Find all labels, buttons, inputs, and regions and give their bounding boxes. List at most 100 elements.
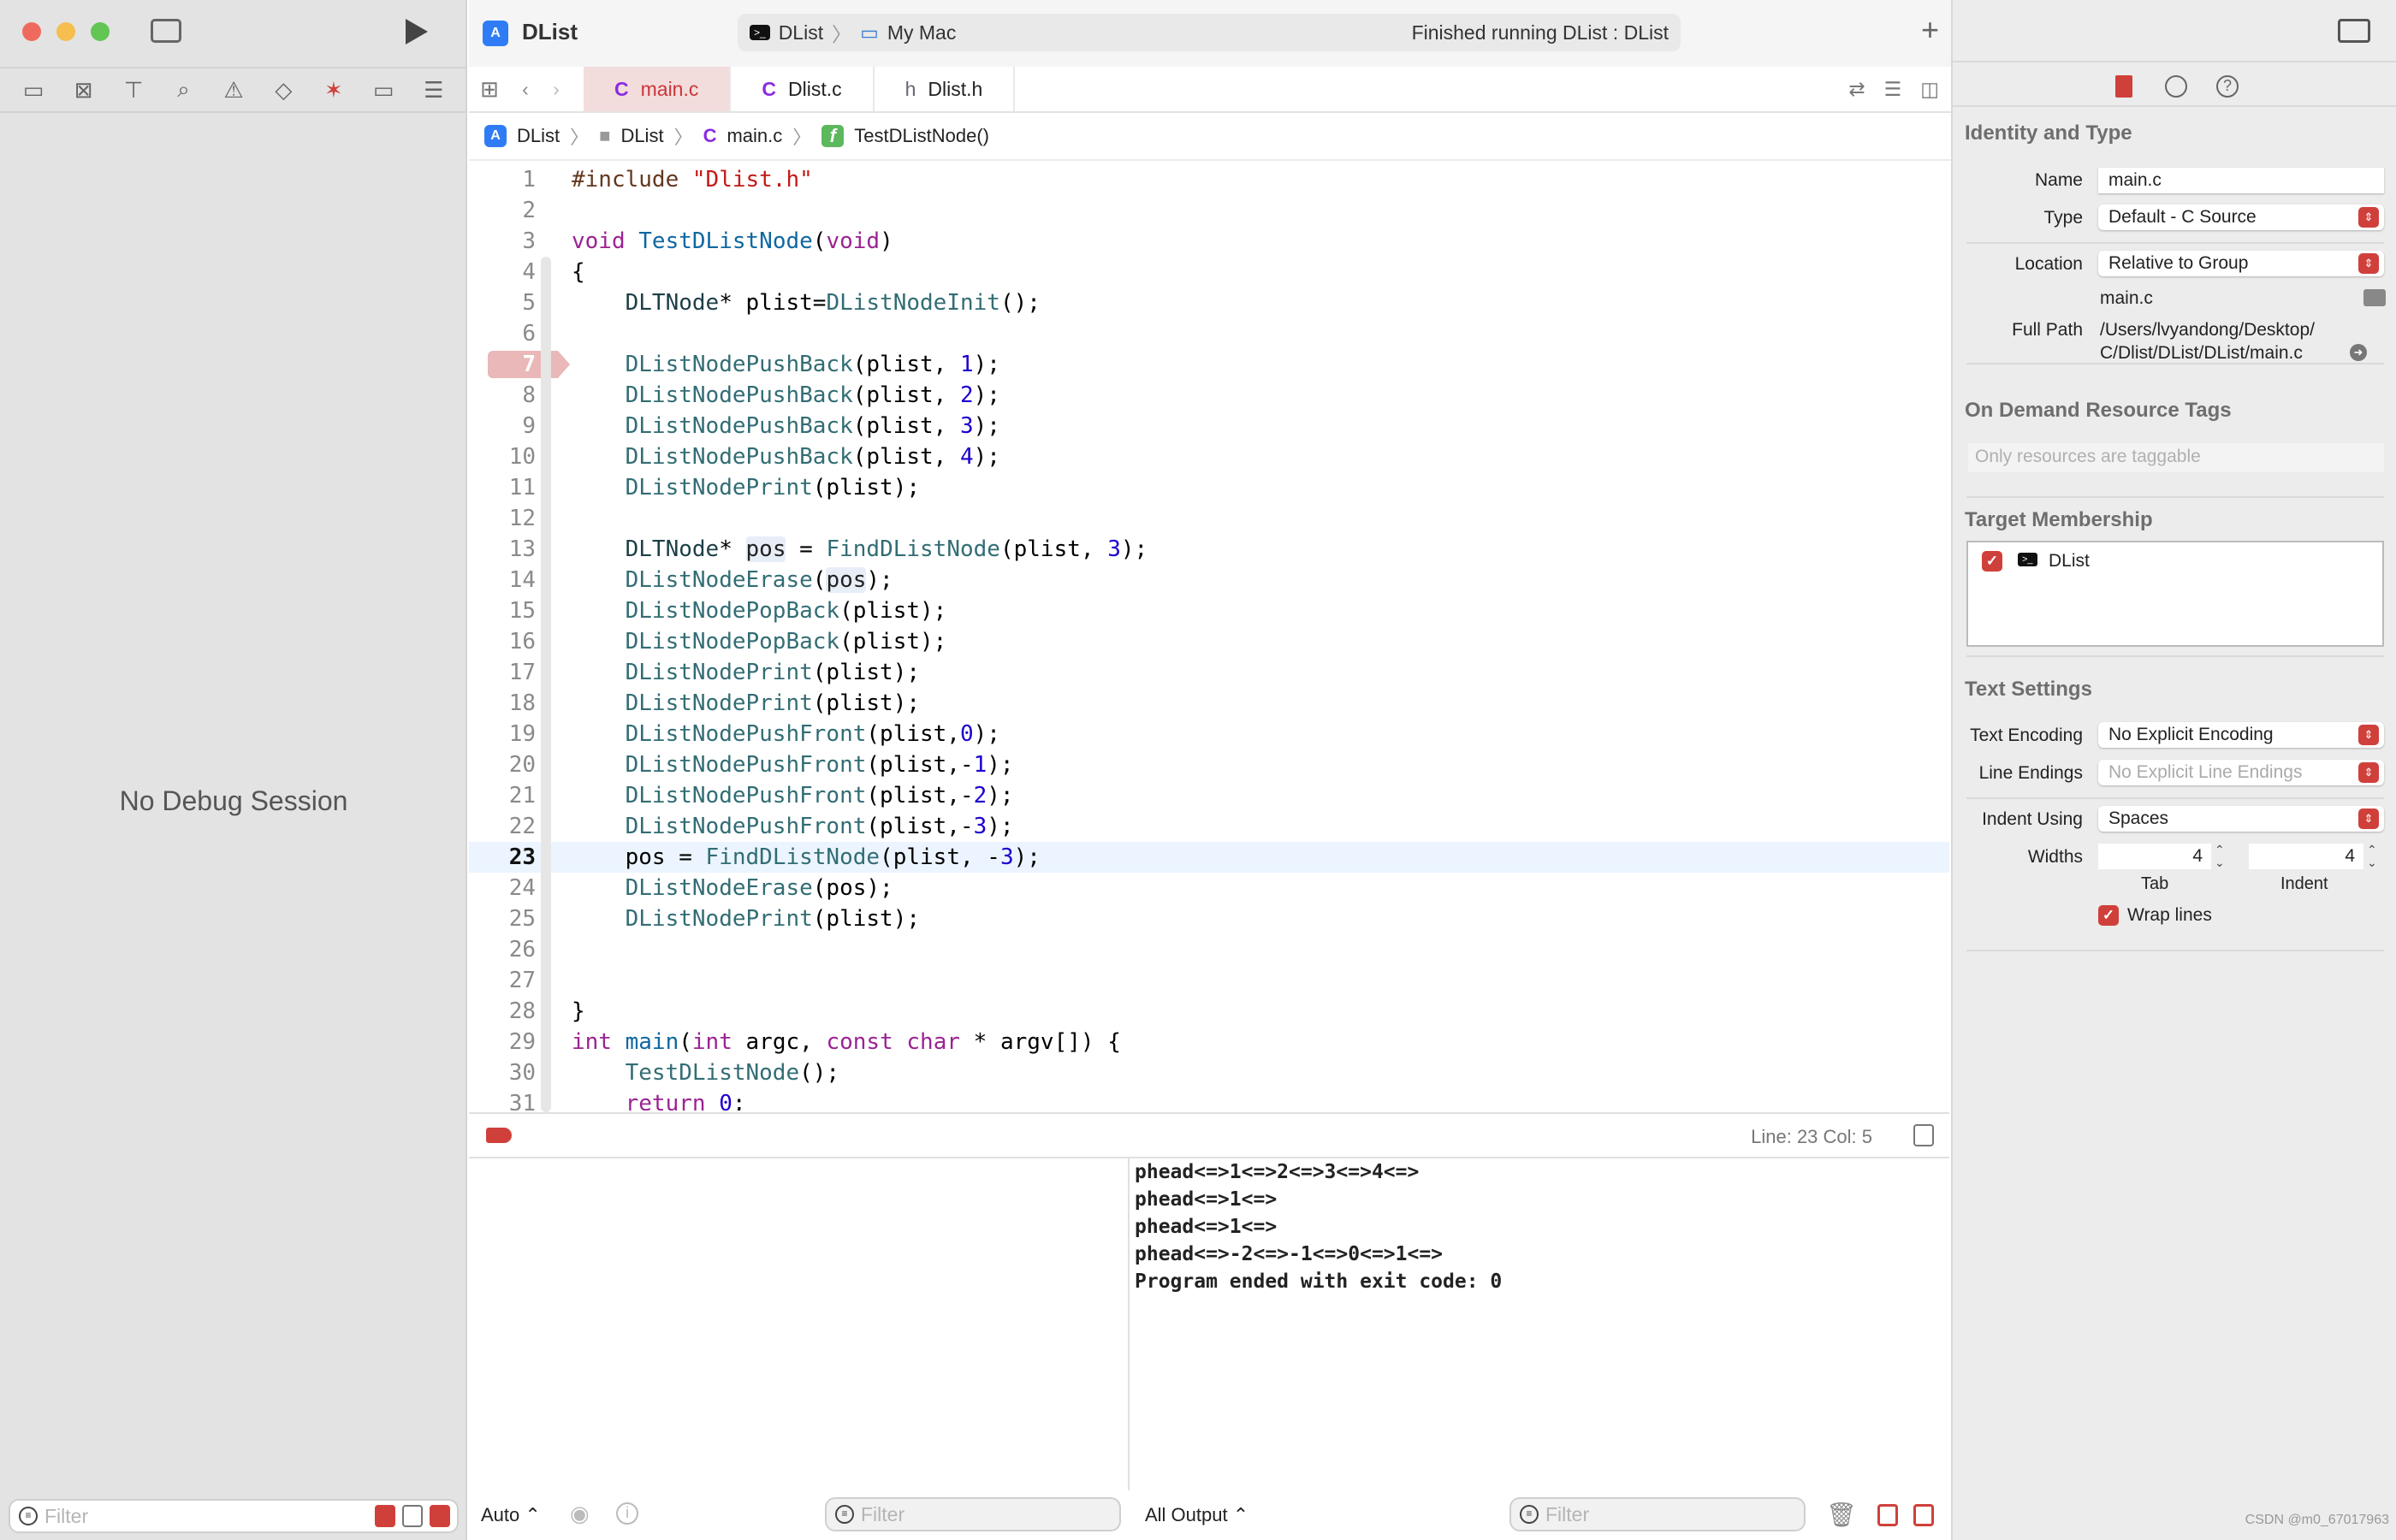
related-items-icon[interactable]: ⇄ — [1848, 78, 1865, 101]
navigator-filter-field[interactable]: ≡ Filter — [9, 1499, 459, 1533]
history-icon[interactable] — [2165, 75, 2187, 98]
type-select[interactable]: Default - C Source ⇕ — [2098, 204, 2384, 230]
code-line[interactable]: 24 DListNodeErase(pos); — [469, 873, 1949, 903]
line-number[interactable]: 4 — [469, 257, 536, 287]
wrap-lines-checkbox[interactable]: ✓ — [2098, 905, 2119, 926]
line-number[interactable]: 22 — [469, 811, 536, 842]
variables-scope-select[interactable]: Auto ⌃ — [481, 1504, 541, 1526]
add-editor-icon[interactable]: ◫ — [1920, 78, 1939, 101]
file-inspector-icon[interactable] — [2115, 75, 2132, 98]
zoom-window-button[interactable] — [91, 22, 110, 41]
code-line[interactable]: 6 — [469, 318, 1949, 349]
jump-file[interactable]: main.c — [727, 125, 782, 147]
line-number[interactable]: 17 — [469, 657, 536, 688]
code-line[interactable]: 14 DListNodeErase(pos); — [469, 565, 1949, 595]
line-number[interactable]: 16 — [469, 626, 536, 657]
tab-width-stepper[interactable]: ⌃ ⌄ — [2215, 844, 2225, 869]
tab-dlist-h[interactable]: h Dlist.h — [875, 67, 1016, 111]
toggle-navigator-icon[interactable] — [151, 19, 181, 43]
jump-group[interactable]: DList — [620, 125, 663, 147]
editor-options-icon[interactable]: ☰ — [1884, 78, 1902, 101]
line-number[interactable]: 7 — [469, 349, 536, 380]
line-number[interactable]: 30 — [469, 1057, 536, 1088]
scheme-name[interactable]: DList — [779, 21, 823, 44]
line-number[interactable]: 24 — [469, 873, 536, 903]
indent-using-select[interactable]: Spaces ⇕ — [2098, 806, 2384, 832]
breakpoint-icon[interactable]: ▭ — [368, 77, 399, 104]
console-output-select[interactable]: All Output ⌃ — [1145, 1504, 1248, 1526]
code-line[interactable]: 15 DListNodePopBack(plist); — [469, 595, 1949, 626]
filter-hierarchy-icon[interactable] — [402, 1505, 423, 1527]
breakpoints-toggle-icon[interactable] — [486, 1128, 512, 1143]
destination-name[interactable]: My Mac — [887, 21, 957, 44]
folder-icon[interactable] — [2363, 289, 2386, 306]
line-number[interactable]: 15 — [469, 595, 536, 626]
code-line[interactable]: 1 #include "Dlist.h" — [469, 164, 1949, 195]
line-number[interactable]: 10 — [469, 441, 536, 472]
line-endings-select[interactable]: No Explicit Line Endings ⇕ — [2098, 760, 2384, 785]
line-number[interactable]: 23 — [469, 842, 536, 873]
code-line[interactable]: 30 TestDListNode(); — [469, 1057, 1949, 1088]
show-variables-icon[interactable] — [1877, 1504, 1898, 1526]
code-line[interactable]: 4{ — [469, 257, 1949, 287]
close-window-button[interactable] — [22, 22, 41, 41]
variables-filter-field[interactable]: ≡ Filter — [825, 1497, 1121, 1531]
code-line[interactable]: 3 void TestDListNode(void) — [469, 226, 1949, 257]
location-select[interactable]: Relative to Group ⇕ — [2098, 251, 2384, 276]
code-folding-ribbon[interactable] — [541, 257, 551, 1112]
help-icon[interactable]: ? — [2216, 75, 2239, 98]
line-number[interactable]: 9 — [469, 411, 536, 441]
report-icon[interactable]: ☰ — [418, 77, 449, 104]
line-number[interactable]: 11 — [469, 472, 536, 503]
name-field[interactable]: main.c — [2098, 168, 2384, 193]
console-filter-field[interactable]: ≡ Filter — [1509, 1497, 1806, 1531]
folder-icon[interactable]: ▭ — [18, 77, 49, 104]
source-control-icon[interactable]: ⊠ — [68, 77, 99, 104]
code-line[interactable]: 28} — [469, 996, 1949, 1027]
source-editor[interactable]: 1 #include "Dlist.h" 2 3 void TestDListNode(… — [469, 163, 1949, 1111]
show-console-icon[interactable] — [1913, 1504, 1934, 1526]
tab-dlist-c[interactable]: C Dlist.c — [731, 67, 875, 111]
trash-icon[interactable]: 🗑 — [1826, 1501, 1857, 1529]
line-number[interactable]: 31 — [469, 1088, 536, 1111]
code-line[interactable]: 18 DListNodePrint(plist); — [469, 688, 1949, 719]
line-number[interactable]: 21 — [469, 780, 536, 811]
toggle-inspector-icon[interactable] — [2338, 19, 2370, 43]
test-diamond-icon[interactable]: ◇ — [268, 77, 299, 104]
code-line[interactable]: 16 DListNodePopBack(plist); — [469, 626, 1949, 657]
indent-width-field[interactable]: 4 — [2249, 844, 2363, 869]
line-number[interactable]: 8 — [469, 380, 536, 411]
line-number[interactable]: 18 — [469, 688, 536, 719]
code-line[interactable]: 10 DListNodePushBack(plist, 4); — [469, 441, 1949, 472]
line-number[interactable]: 27 — [469, 965, 536, 996]
code-line[interactable]: 9 DListNodePushBack(plist, 3); — [469, 411, 1949, 441]
reveal-arrow-icon[interactable]: ➜ — [2350, 344, 2367, 361]
code-line[interactable]: 19 DListNodePushFront(plist,0); — [469, 719, 1949, 749]
filter-breakpoints-icon[interactable] — [430, 1505, 450, 1527]
code-line[interactable]: 8 DListNodePushBack(plist, 2); — [469, 380, 1949, 411]
line-number[interactable]: 3 — [469, 226, 536, 257]
eye-icon[interactable]: ◉ — [570, 1501, 590, 1527]
minimize-window-button[interactable] — [56, 22, 75, 41]
run-button[interactable] — [406, 19, 428, 44]
info-icon[interactable]: i — [616, 1502, 638, 1525]
back-icon[interactable]: ‹ — [510, 78, 541, 101]
code-line[interactable]: 29 int main(int argc, const char * argv[]… — [469, 1027, 1949, 1057]
hierarchy-icon[interactable]: ⊤ — [118, 77, 149, 104]
line-number[interactable]: 25 — [469, 903, 536, 934]
line-number[interactable]: 13 — [469, 534, 536, 565]
code-line[interactable]: 21 DListNodePushFront(plist,-2); — [469, 780, 1949, 811]
console-output[interactable]: phead<=>1<=>2<=>3<=>4<=> phead<=>1<=> phea… — [1131, 1158, 1949, 1490]
forward-icon[interactable]: › — [541, 78, 572, 101]
code-line[interactable]: 27 — [469, 965, 1949, 996]
line-number[interactable]: 1 — [469, 164, 536, 195]
line-number[interactable]: 12 — [469, 503, 536, 534]
line-number[interactable]: 20 — [469, 749, 536, 780]
code-line[interactable]: 31 return 0; — [469, 1088, 1949, 1111]
code-line[interactable]: 25 DListNodePrint(plist); — [469, 903, 1949, 934]
odr-tags-field[interactable]: Only resources are taggable — [1968, 443, 2384, 472]
line-number[interactable]: 6 — [469, 318, 536, 349]
add-icon[interactable]: + — [1921, 12, 1939, 48]
code-line[interactable]: 7 DListNodePushBack(plist, 1); — [469, 349, 1949, 380]
target-checkbox[interactable]: ✓ — [1982, 551, 2002, 572]
